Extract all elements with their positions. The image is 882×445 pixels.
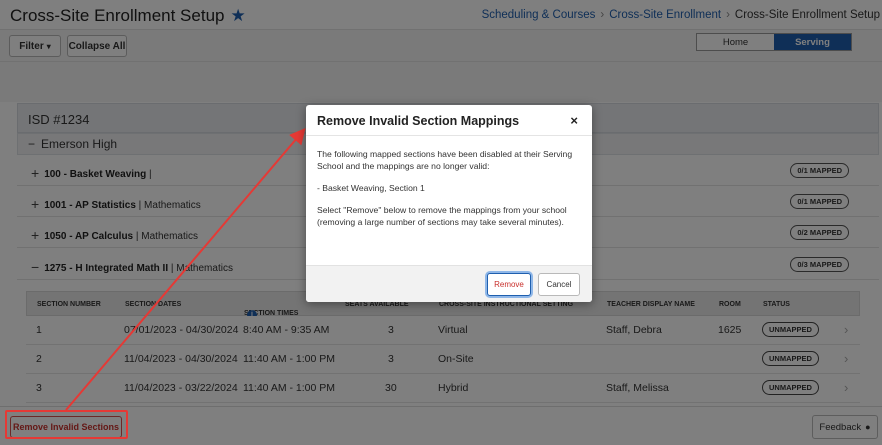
dialog-instructions: Select "Remove" below to remove the mapp…	[317, 205, 567, 227]
dialog-message: The following mapped sections have been …	[317, 149, 573, 171]
dialog-title: Remove Invalid Section Mappings	[317, 114, 520, 128]
close-icon[interactable]: ×	[570, 113, 578, 128]
remove-button[interactable]: Remove	[487, 273, 531, 296]
remove-invalid-mappings-dialog: Remove Invalid Section Mappings × The fo…	[306, 105, 592, 302]
dialog-body: The following mapped sections have been …	[317, 148, 583, 238]
annotation-highlight-box	[5, 410, 128, 439]
dialog-header: Remove Invalid Section Mappings ×	[306, 105, 592, 136]
cancel-button[interactable]: Cancel	[538, 273, 580, 296]
dialog-footer: Remove Cancel	[306, 265, 592, 302]
invalid-section-item: - Basket Weaving, Section 1	[317, 183, 425, 193]
